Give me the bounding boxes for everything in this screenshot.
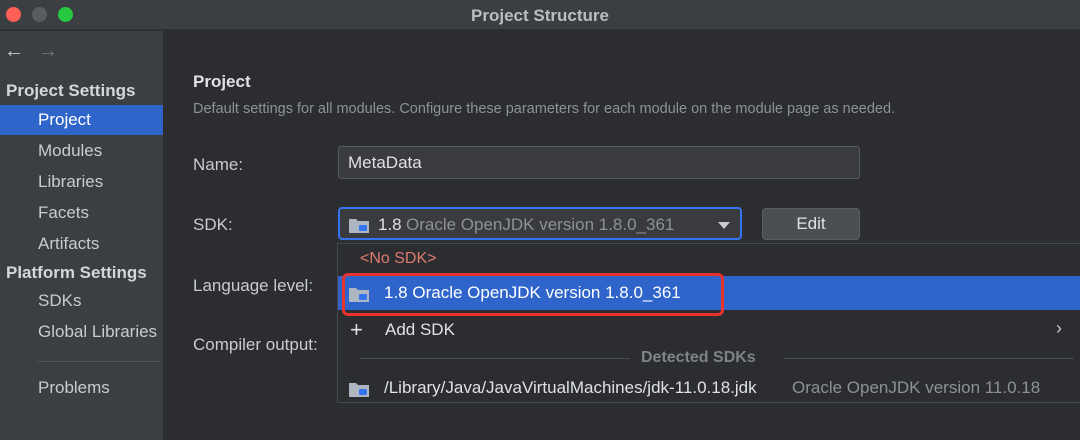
- jdk-folder-icon: [349, 383, 369, 397]
- add-sdk-option[interactable]: + Add SDK ›: [338, 316, 1080, 346]
- language-level-label: Language level:: [193, 276, 314, 295]
- sidebar-item-sdks[interactable]: SDKs: [0, 286, 163, 316]
- sidebar-item-project[interactable]: Project: [0, 105, 163, 135]
- sdk-name: Oracle OpenJDK version 1.8.0_361: [406, 215, 675, 234]
- sidebar-item-problems[interactable]: Problems: [0, 373, 163, 403]
- jdk-folder-icon: [349, 219, 369, 233]
- detected-sdk-item[interactable]: /Library/Java/JavaVirtualMachines/jdk-11…: [338, 374, 1080, 402]
- sidebar-item-modules[interactable]: Modules: [0, 136, 163, 166]
- sdk-version: 1.8: [378, 215, 402, 234]
- sidebar-item-libraries[interactable]: Libraries: [0, 167, 163, 197]
- compiler-output-label: Compiler output:: [193, 335, 318, 354]
- chevron-right-icon: ›: [1056, 318, 1062, 338]
- page-description: Default settings for all modules. Config…: [193, 101, 896, 117]
- sidebar-item-artifacts[interactable]: Artifacts: [0, 229, 163, 259]
- sidebar-item-global-libraries[interactable]: Global Libraries: [0, 317, 163, 347]
- sdk-combobox[interactable]: 1.8 Oracle OpenJDK version 1.8.0_361: [338, 207, 742, 240]
- chevron-down-icon: [718, 222, 730, 229]
- edit-sdk-button[interactable]: Edit: [762, 208, 860, 240]
- plus-icon: +: [350, 317, 363, 342]
- window-title: Project Structure: [471, 6, 609, 25]
- detected-sdks-header: Detected SDKs: [641, 349, 756, 366]
- title-bar: Project Structure: [0, 0, 1080, 30]
- sidebar: ← → Project Settings Project Modules Lib…: [0, 31, 164, 440]
- sidebar-divider: [38, 361, 160, 362]
- sdk-dropdown-popup: <No SDK> 1.8 Oracle OpenJDK version 1.8.…: [337, 243, 1080, 403]
- highlight-annotation-box: [342, 273, 724, 316]
- add-sdk-label: Add SDK: [385, 320, 455, 339]
- platform-settings-header: Platform Settings: [6, 263, 147, 282]
- sidebar-item-facets[interactable]: Facets: [0, 198, 163, 228]
- detected-sdk-path: /Library/Java/JavaVirtualMachines/jdk-11…: [384, 378, 757, 397]
- back-arrow-icon[interactable]: ←: [4, 41, 24, 61]
- detected-divider-left: [360, 358, 630, 359]
- name-label: Name:: [193, 155, 244, 174]
- detected-sdk-version: Oracle OpenJDK version 11.0.18: [792, 378, 1041, 397]
- name-input[interactable]: [338, 146, 860, 179]
- no-sdk-option[interactable]: <No SDK>: [360, 250, 436, 268]
- project-settings-header: Project Settings: [6, 81, 136, 100]
- page-title: Project: [193, 72, 251, 91]
- forward-arrow-icon[interactable]: →: [38, 41, 58, 61]
- sdk-label: SDK:: [193, 215, 233, 234]
- detected-divider-right: [784, 358, 1074, 359]
